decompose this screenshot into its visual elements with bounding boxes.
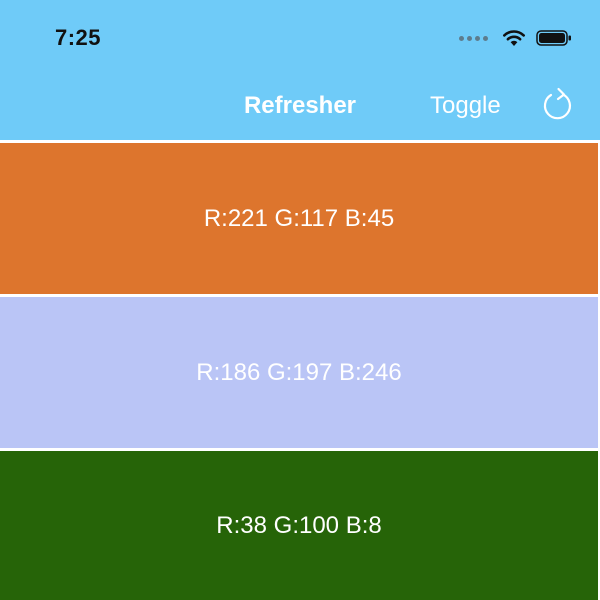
- header: 7:25 Refresher Toggle: [0, 0, 600, 140]
- color-row-lavender: R:186 G:197 B:246: [0, 297, 600, 448]
- color-row-green: R:38 G:100 B:8: [0, 451, 600, 600]
- battery-icon: [536, 30, 571, 46]
- row-label: R:221 G:117 B:45: [203, 204, 395, 232]
- refresh-icon[interactable]: [541, 86, 575, 124]
- status-time: 7:25: [55, 25, 102, 50]
- cellular-dots-icon: [459, 35, 488, 41]
- app-screen: 7:25 Refresher Toggle R:221 G:117 B:45 R…: [0, 0, 600, 600]
- nav-title: Refresher: [243, 92, 357, 119]
- toggle-button[interactable]: Toggle: [430, 92, 501, 120]
- row-label: R:186 G:197 B:246: [196, 358, 402, 386]
- status-icons: [459, 27, 572, 49]
- wifi-icon: [503, 30, 525, 46]
- row-label: R:38 G:100 B:8: [216, 511, 382, 539]
- color-row-orange: R:221 G:117 B:45: [0, 143, 600, 294]
